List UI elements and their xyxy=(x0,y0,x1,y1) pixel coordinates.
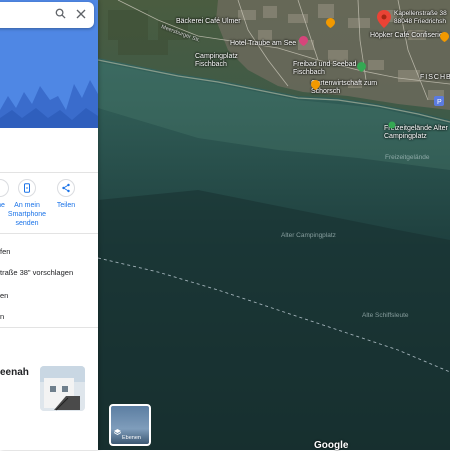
close-icon[interactable] xyxy=(76,6,86,24)
map-label-district: FISCHB xyxy=(420,74,450,81)
hotel-poi-icon[interactable] xyxy=(299,36,308,46)
map-label-poi-campingplatz[interactable]: Campingplatz Fischbach xyxy=(195,53,245,69)
action-buttons: ne An mein Smartphone senden Teilen xyxy=(0,172,98,234)
divider xyxy=(0,327,98,328)
layers-icon xyxy=(113,423,122,441)
svg-text:P: P xyxy=(437,99,442,106)
nearby-title[interactable]: eenah xyxy=(0,367,29,378)
map-label-poi-baeckerei[interactable]: Bäckerei Café Ulmer xyxy=(176,18,241,26)
pool-poi-icon[interactable] xyxy=(357,62,366,72)
bookmark-icon[interactable] xyxy=(0,179,9,197)
menu-row-suggest-edit[interactable]: traße 38" vorschlagen xyxy=(0,268,73,277)
menu-row-1[interactable]: fen xyxy=(0,247,10,256)
nearby-thumbnail[interactable] xyxy=(40,366,85,411)
park-poi-icon[interactable] xyxy=(388,121,396,129)
action-send-label[interactable]: An mein Smartphone senden xyxy=(4,201,50,228)
restaurant-poi-icon[interactable] xyxy=(311,80,320,90)
cafe-poi-icon[interactable] xyxy=(440,32,449,42)
map-label-poi-hotel[interactable]: Hotel Traube am See xyxy=(230,40,296,48)
bakery-poi-icon[interactable] xyxy=(326,18,335,28)
map-faint-label-3: Alte Schiffsleute xyxy=(362,312,409,319)
menu-row-3[interactable]: en xyxy=(0,291,8,300)
share-icon[interactable] xyxy=(57,179,75,197)
search-box[interactable] xyxy=(0,2,94,28)
layers-button[interactable]: Ebenen xyxy=(109,404,151,446)
phone-send-icon[interactable] xyxy=(18,179,36,197)
pin-address-line2[interactable]: 88048 Friedrichsh xyxy=(394,18,446,26)
layers-label: Ebenen xyxy=(122,435,141,441)
location-pin-icon[interactable] xyxy=(377,10,391,28)
place-panel: ne An mein Smartphone senden Teilen fen … xyxy=(0,0,98,450)
map-faint-label-2: Alter Campingplatz xyxy=(281,232,336,239)
google-logo: Google xyxy=(314,440,349,451)
map-faint-label-1: Freizeitgelände xyxy=(385,154,430,161)
map-label-poi-gartenwirtschaft[interactable]: Gartenwirtschaft zum Schorsch xyxy=(311,80,379,96)
parking-poi-icon[interactable]: P xyxy=(434,96,444,106)
map-canvas[interactable]: Bäckerei Café Ulmer Hotel Traube am See … xyxy=(98,0,450,450)
map-label-poi-freibad[interactable]: Freibad und Seebad Fischbach xyxy=(293,61,357,77)
menu-row-4[interactable]: n xyxy=(0,312,4,321)
map-label-poi-hoepker[interactable]: Höpker Café Confiserie xyxy=(370,32,443,40)
pin-address-line1[interactable]: Kapellenstraße 38 xyxy=(394,10,447,18)
search-icon[interactable] xyxy=(55,6,66,24)
action-share-label[interactable]: Teilen xyxy=(54,201,78,210)
